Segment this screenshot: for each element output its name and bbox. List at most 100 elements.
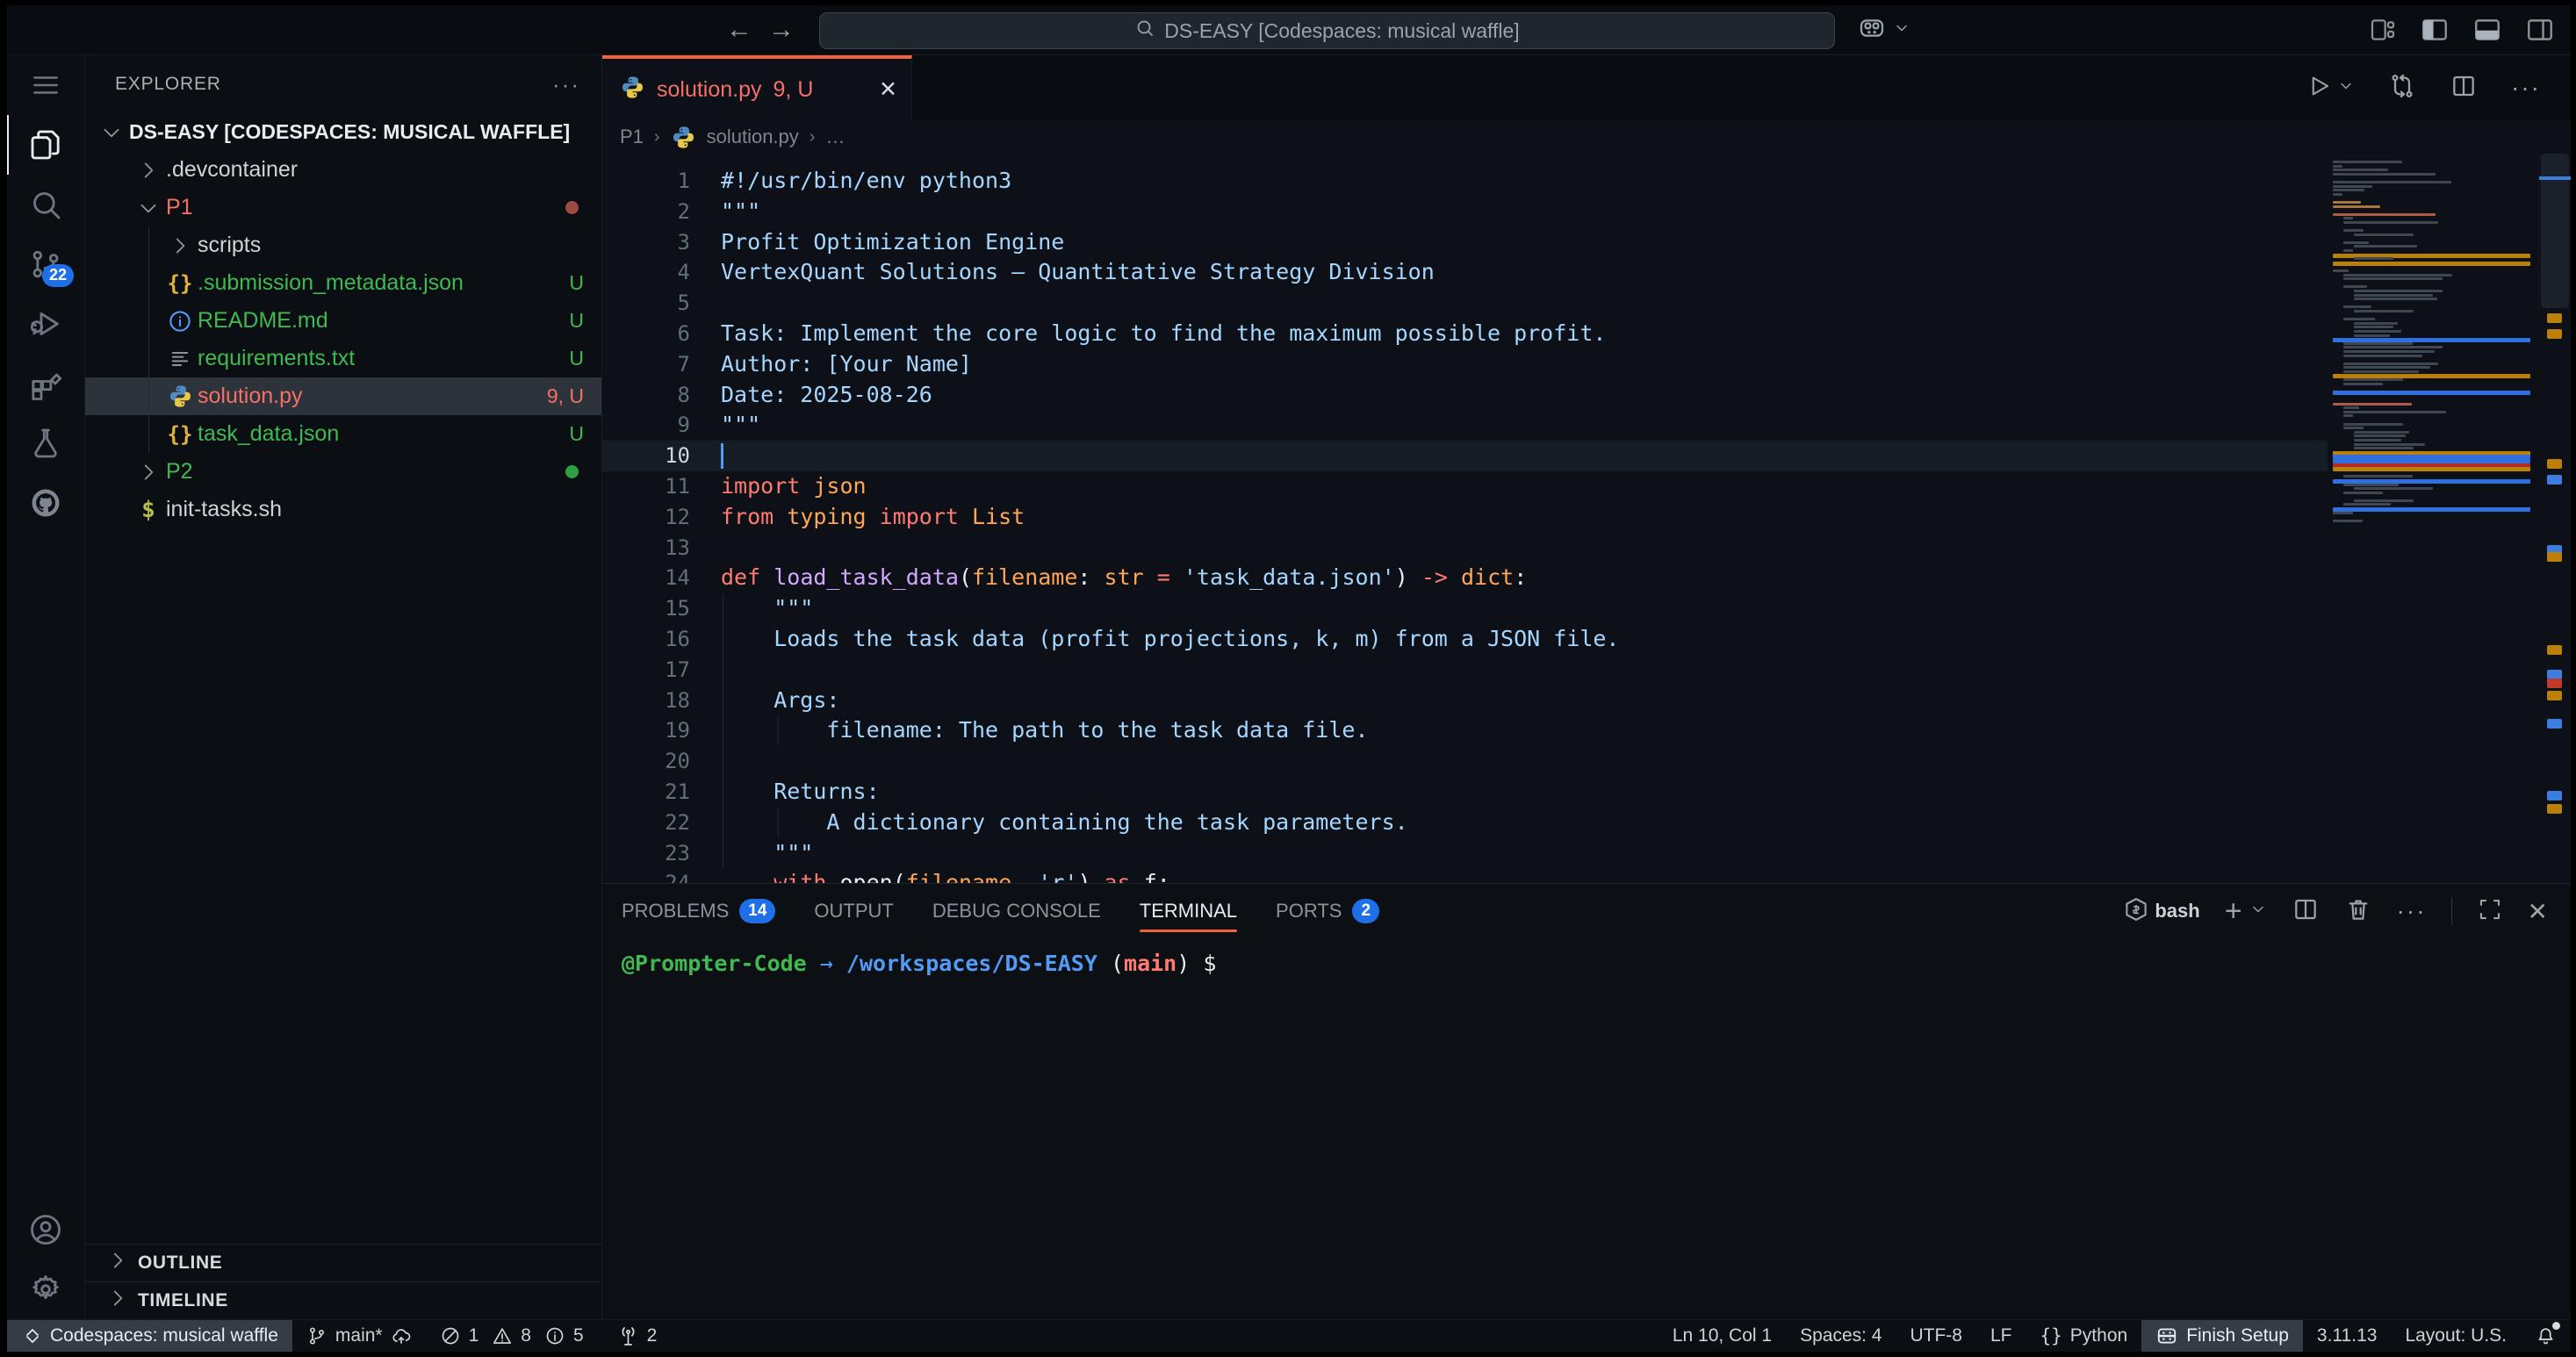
git-status-badge: U bbox=[569, 271, 601, 295]
panel-tab-terminal[interactable]: TERMINAL bbox=[1140, 884, 1237, 938]
panel-tab-ports[interactable]: PORTS2 bbox=[1276, 884, 1379, 938]
nav-forward-icon[interactable]: → bbox=[762, 12, 801, 47]
status-indentation[interactable]: Spaces: 4 bbox=[1786, 1320, 1896, 1352]
tree-item-solution-py[interactable]: solution.py9, U bbox=[85, 377, 601, 415]
tab-bar: solution.py 9, U ✕ ··· bbox=[602, 55, 2571, 120]
maximize-panel-icon[interactable] bbox=[2477, 896, 2503, 927]
line-number: 7 bbox=[602, 349, 690, 380]
breadcrumb-file[interactable]: solution.py bbox=[707, 126, 799, 148]
split-editor-icon[interactable] bbox=[2450, 72, 2478, 104]
terminal[interactable]: @Prompter-Code → /workspaces/DS-EASY (ma… bbox=[602, 938, 2571, 1319]
tree-item-readme-md[interactable]: README.mdU bbox=[85, 302, 601, 340]
close-icon[interactable]: ✕ bbox=[879, 76, 897, 103]
overview-mark bbox=[2547, 552, 2562, 562]
copilot-button[interactable] bbox=[1858, 12, 1910, 47]
status-notifications[interactable] bbox=[2521, 1320, 2571, 1352]
minimap[interactable] bbox=[2328, 154, 2538, 883]
tree-item-scripts[interactable]: scripts bbox=[85, 226, 601, 264]
run-python-button[interactable] bbox=[2306, 73, 2355, 104]
tree-item-init-tasks-sh[interactable]: $init-tasks.sh bbox=[85, 491, 601, 528]
code-line-18: 18 Args: bbox=[602, 686, 2328, 716]
nav-back-icon[interactable]: ← bbox=[720, 12, 759, 47]
activity-testing-icon[interactable] bbox=[7, 413, 84, 473]
status-git-branch[interactable]: main* bbox=[292, 1320, 426, 1352]
code-text: Profit Optimization Engine bbox=[721, 227, 1064, 258]
copilot-icon bbox=[1858, 14, 1886, 47]
terminal-shell-button[interactable]: bash bbox=[2123, 896, 2199, 927]
breadcrumb: P1 › solution.py › … bbox=[602, 120, 2571, 154]
code-editor[interactable]: 1#!/usr/bin/env python32"""3Profit Optim… bbox=[602, 154, 2328, 883]
tree-item-p2[interactable]: P2 bbox=[85, 453, 601, 491]
activity-run-debug-icon[interactable] bbox=[7, 294, 84, 354]
toggle-sidebar-icon[interactable] bbox=[2420, 15, 2450, 45]
new-terminal-button[interactable]: + bbox=[2225, 896, 2267, 926]
status-cursor-position[interactable]: Ln 10, Col 1 bbox=[1659, 1320, 1786, 1352]
code-line-8: 8Date: 2025-08-26 bbox=[602, 380, 2328, 411]
panel-tab-output[interactable]: OUTPUT bbox=[814, 884, 893, 938]
status-finish-setup[interactable]: Finish Setup bbox=[2141, 1320, 2303, 1352]
panel-tab-problems[interactable]: PROBLEMS14 bbox=[622, 884, 775, 938]
activity-github-icon[interactable] bbox=[7, 473, 84, 533]
status-forwarded-ports[interactable]: 2 bbox=[603, 1320, 672, 1352]
status-remote-indicator[interactable]: Codespaces: musical waffle bbox=[7, 1320, 292, 1352]
overview-mark bbox=[2547, 804, 2562, 814]
line-number: 16 bbox=[602, 624, 690, 655]
toggle-panel-icon[interactable] bbox=[2472, 15, 2502, 45]
line-number: 15 bbox=[602, 593, 690, 624]
command-center-search[interactable]: DS-EASY [Codespaces: musical waffle] bbox=[819, 12, 1835, 49]
status-python-version[interactable]: 3.11.13 bbox=[2303, 1320, 2392, 1352]
code-line-17: 17 bbox=[602, 655, 2328, 686]
tree-item-requirements-txt[interactable]: requirements.txtU bbox=[85, 340, 601, 377]
tree-item-devcontainer[interactable]: .devcontainer bbox=[85, 151, 601, 189]
overview-mark bbox=[2547, 678, 2562, 688]
activity-account-icon[interactable] bbox=[7, 1200, 84, 1260]
customize-layout-icon[interactable] bbox=[2369, 16, 2397, 44]
line-number: 23 bbox=[602, 838, 690, 869]
code-text: """ bbox=[721, 593, 813, 624]
status-eol[interactable]: LF bbox=[1976, 1320, 2026, 1352]
sidebar-section-outline[interactable]: OUTLINE bbox=[85, 1244, 601, 1282]
line-number: 3 bbox=[602, 227, 690, 258]
code-text: #!/usr/bin/env python3 bbox=[721, 166, 1011, 197]
tree-item-label: P1 bbox=[166, 195, 193, 220]
tree-item-label: README.md bbox=[198, 308, 328, 334]
status-problems[interactable]: 185 bbox=[426, 1320, 603, 1352]
python-icon bbox=[162, 384, 198, 409]
problems-dot bbox=[565, 465, 579, 478]
activity-extensions-icon[interactable] bbox=[7, 354, 84, 413]
activity-source-control-icon[interactable]: 22 bbox=[7, 234, 84, 294]
activity-explorer-icon[interactable] bbox=[7, 115, 84, 175]
split-terminal-icon[interactable] bbox=[2292, 895, 2320, 928]
status-language-mode[interactable]: {}Python bbox=[2026, 1320, 2142, 1352]
open-changes-icon[interactable] bbox=[2388, 72, 2416, 104]
overview-ruler[interactable] bbox=[2538, 154, 2571, 883]
breadcrumb-symbol[interactable]: … bbox=[825, 126, 845, 148]
terminal-more-actions-icon[interactable]: ··· bbox=[2397, 897, 2427, 925]
toggle-secondary-sidebar-icon[interactable] bbox=[2525, 15, 2555, 45]
code-line-15: 15 """ bbox=[602, 593, 2328, 624]
explorer-more-actions-icon[interactable]: ··· bbox=[552, 71, 580, 98]
sidebar-section-timeline[interactable]: TIMELINE bbox=[85, 1282, 601, 1319]
tab-solution-py[interactable]: solution.py 9, U ✕ bbox=[602, 55, 912, 120]
code-line-2: 2""" bbox=[602, 197, 2328, 227]
status-encoding[interactable]: UTF-8 bbox=[1896, 1320, 1976, 1352]
panel-tab-label: PORTS bbox=[1276, 900, 1342, 923]
line-number: 18 bbox=[602, 686, 690, 716]
code-line-7: 7Author: [Your Name] bbox=[602, 349, 2328, 380]
code-text: import json bbox=[721, 471, 867, 502]
activity-menu-icon[interactable] bbox=[7, 55, 84, 115]
editor-more-actions-icon[interactable]: ··· bbox=[2511, 74, 2541, 102]
tree-item-ds-easy-codespaces-musical-waffle[interactable]: DS-EASY [CODESPACES: MUSICAL WAFFLE] bbox=[85, 113, 601, 151]
tree-item-submission-metadata-json[interactable]: {}.submission_metadata.jsonU bbox=[85, 264, 601, 302]
close-panel-icon[interactable]: ✕ bbox=[2528, 897, 2548, 926]
activity-settings-icon[interactable] bbox=[7, 1260, 84, 1319]
status-keyboard-layout[interactable]: Layout: U.S. bbox=[2391, 1320, 2521, 1352]
kill-terminal-icon[interactable] bbox=[2344, 895, 2372, 928]
tree-item-task-data-json[interactable]: {}task_data.jsonU bbox=[85, 415, 601, 453]
tree-item-p1[interactable]: P1 bbox=[85, 189, 601, 226]
python-icon bbox=[620, 75, 645, 104]
activity-search-icon[interactable] bbox=[7, 175, 84, 234]
panel-tab-debug-console[interactable]: DEBUG CONSOLE bbox=[932, 884, 1101, 938]
chevron-right-icon bbox=[106, 1287, 129, 1315]
breadcrumb-folder[interactable]: P1 bbox=[620, 126, 644, 148]
